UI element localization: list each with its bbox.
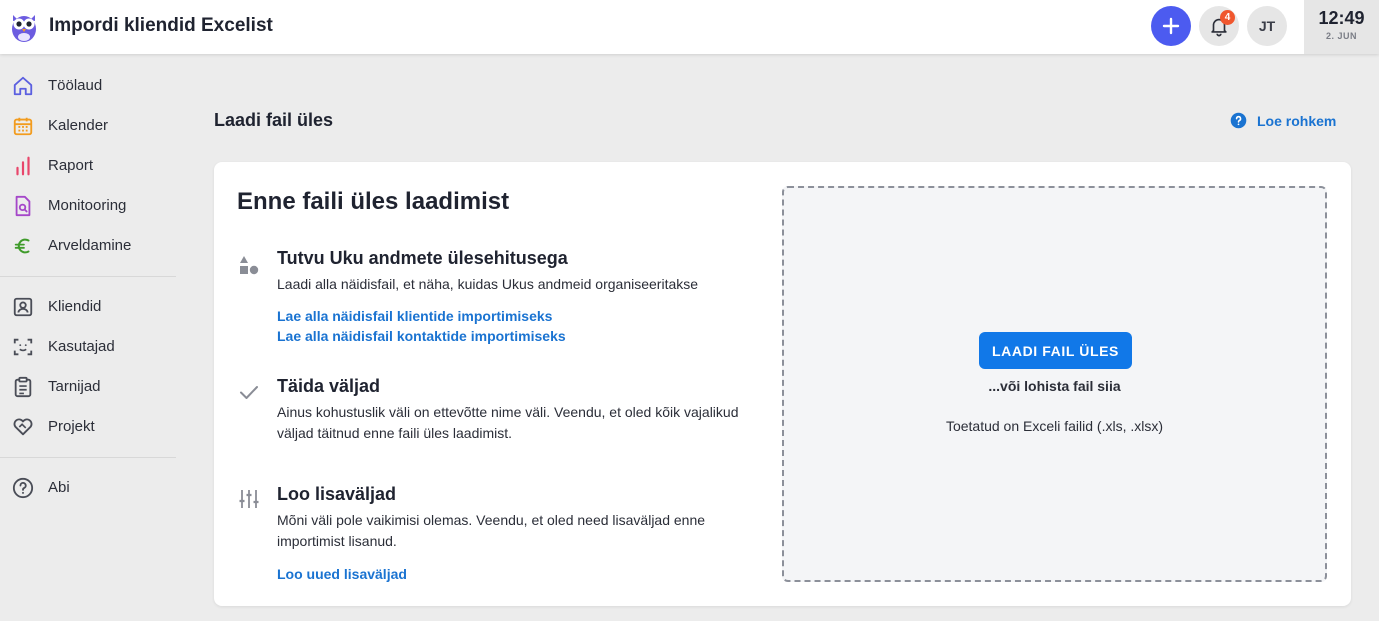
sidebar-divider bbox=[0, 276, 176, 277]
face-scan-icon bbox=[13, 338, 33, 356]
sidebar-item-label: Kalender bbox=[48, 117, 109, 134]
clipboard-list-icon bbox=[14, 376, 32, 398]
handshake-heart-icon bbox=[13, 418, 33, 436]
sidebar-item-tarnijad[interactable]: Tarnijad bbox=[0, 368, 178, 404]
upload-card: Enne faili üles laadimist Tutvu Uku andm… bbox=[214, 162, 1351, 606]
calendar-icon bbox=[13, 117, 33, 136]
sidebar-item-label: Monitooring bbox=[48, 197, 127, 214]
check-icon bbox=[240, 386, 258, 399]
sidebar-item-kalender[interactable]: Kalender bbox=[0, 107, 178, 143]
clock-time: 12:49 bbox=[1318, 8, 1365, 28]
sidebar-item-arveldamine[interactable]: Arveldamine bbox=[0, 227, 178, 263]
sidebar: Töölaud Kalender Raport Monitooring Arve… bbox=[0, 54, 190, 621]
sidebar-item-label: Arveldamine bbox=[48, 237, 132, 254]
drag-drop-hint: ...või lohista fail siia bbox=[988, 378, 1121, 394]
bar-chart-icon bbox=[16, 156, 30, 176]
sidebar-item-label: Raport bbox=[48, 157, 94, 174]
sidebar-item-label: Kasutajad bbox=[48, 338, 115, 355]
add-button[interactable] bbox=[1151, 6, 1191, 46]
sidebar-divider bbox=[0, 457, 176, 458]
step-title: Täida väljad bbox=[277, 376, 381, 396]
sidebar-item-abi[interactable]: Abi bbox=[0, 469, 178, 505]
step-title: Tutvu Uku andmete ülesehitusega bbox=[277, 248, 568, 268]
top-bar: Impordi kliendid Excelist 4 JT 12:49 2. … bbox=[0, 0, 1379, 54]
upload-file-button[interactable]: LAADI FAIL ÜLES bbox=[979, 332, 1132, 369]
sidebar-item-label: Abi bbox=[48, 479, 70, 496]
sidebar-item-projekt[interactable]: Projekt bbox=[0, 408, 178, 444]
euro-icon bbox=[14, 238, 30, 254]
download-contacts-sample-link[interactable]: Lae alla näidisfail kontaktide importimi… bbox=[277, 328, 566, 344]
step-title: Loo lisaväljad bbox=[277, 484, 397, 504]
file-dropzone[interactable]: LAADI FAIL ÜLES ...või lohista fail siia… bbox=[782, 186, 1327, 582]
owl-logo-icon[interactable] bbox=[10, 9, 38, 43]
read-more-label: Loe rohkem bbox=[1257, 112, 1337, 129]
download-clients-sample-link[interactable]: Lae alla näidisfail klientide importimis… bbox=[277, 308, 552, 324]
user-avatar[interactable]: JT bbox=[1247, 6, 1287, 46]
sidebar-item-kasutajad[interactable]: Kasutajad bbox=[0, 328, 178, 364]
client-card-icon bbox=[13, 297, 33, 317]
clock: 12:49 2. JUN bbox=[1304, 0, 1379, 54]
plus-icon bbox=[1162, 17, 1180, 35]
supported-formats-text: Toetatud on Exceli failid (.xls, .xlsx) bbox=[945, 418, 1164, 434]
sidebar-item-label: Töölaud bbox=[48, 77, 103, 94]
page-title: Impordi kliendid Excelist bbox=[49, 15, 273, 36]
help-circle-icon bbox=[12, 477, 34, 499]
section-heading: Laadi fail üles bbox=[214, 110, 334, 130]
sliders-icon bbox=[239, 490, 259, 508]
card-title: Enne faili üles laadimist bbox=[237, 188, 510, 215]
step-description: Ainus kohustuslik väli on ettevõtte nime… bbox=[277, 404, 739, 441]
sidebar-item-label: Kliendid bbox=[48, 298, 102, 315]
document-search-icon bbox=[15, 195, 31, 217]
sidebar-item-label: Tarnijad bbox=[48, 378, 101, 395]
create-custom-fields-link[interactable]: Loo uued lisaväljad bbox=[277, 566, 407, 582]
sidebar-item-toolaud[interactable]: Töölaud bbox=[0, 67, 178, 103]
sidebar-item-kliendid[interactable]: Kliendid bbox=[0, 288, 178, 324]
step-description: Mõni väli pole vaikimisi olemas. Veendu,… bbox=[277, 512, 706, 549]
notifications-button[interactable]: 4 bbox=[1199, 6, 1239, 46]
read-more-link[interactable]: Loe rohkem bbox=[1230, 112, 1336, 129]
help-icon bbox=[1230, 112, 1247, 129]
sidebar-item-label: Projekt bbox=[48, 418, 95, 435]
clock-date: 2. JUN bbox=[1325, 31, 1357, 41]
sidebar-item-raport[interactable]: Raport bbox=[0, 147, 178, 183]
notification-count-badge: 4 bbox=[1220, 10, 1235, 25]
step-description: Laadi alla näidisfail, et näha, kuidas U… bbox=[277, 276, 699, 292]
shapes-icon bbox=[240, 256, 259, 275]
home-icon bbox=[13, 76, 33, 96]
sidebar-item-monitooring[interactable]: Monitooring bbox=[0, 187, 178, 223]
